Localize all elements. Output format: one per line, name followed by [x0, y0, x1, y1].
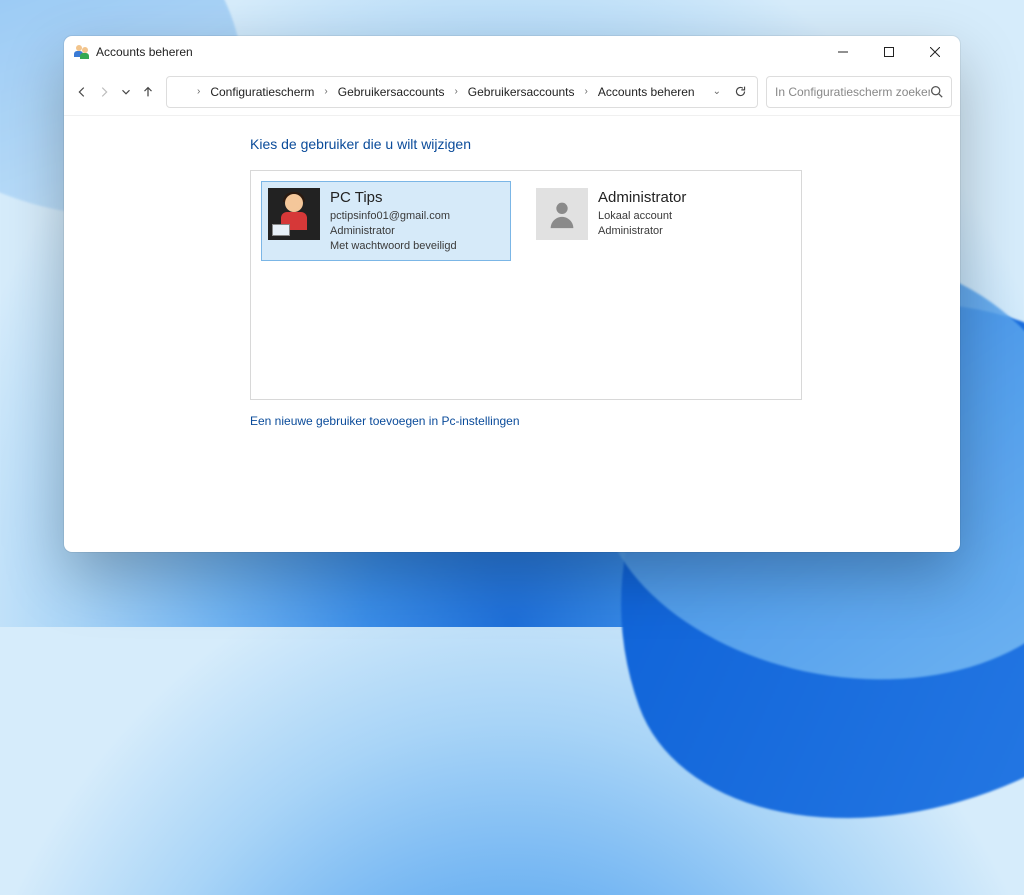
- breadcrumb-item[interactable]: Gebruikersaccounts: [464, 83, 579, 101]
- user-accounts-icon: [173, 84, 189, 100]
- back-button[interactable]: [72, 76, 92, 108]
- account-extra: Met wachtwoord beveiligd: [330, 239, 457, 254]
- search-box[interactable]: [766, 76, 952, 108]
- address-bar[interactable]: › Configuratiescherm › Gebruikersaccount…: [166, 76, 758, 108]
- account-pc-tips[interactable]: PC Tips pctipsinfo01@gmail.com Administr…: [261, 181, 511, 261]
- minimize-button[interactable]: [820, 36, 866, 68]
- up-button[interactable]: [138, 76, 158, 108]
- account-info: PC Tips pctipsinfo01@gmail.com Administr…: [330, 188, 457, 254]
- avatar: [268, 188, 320, 240]
- content-area: Kies de gebruiker die u wilt wijzigen PC…: [64, 116, 960, 552]
- accounts-list: PC Tips pctipsinfo01@gmail.com Administr…: [250, 170, 802, 400]
- search-icon: [930, 85, 943, 98]
- chevron-right-icon: ›: [322, 86, 329, 97]
- account-name: Administrator: [598, 188, 686, 208]
- account-info: Administrator Lokaal account Administrat…: [598, 188, 686, 240]
- forward-button[interactable]: [94, 76, 114, 108]
- account-email: pctipsinfo01@gmail.com: [330, 209, 457, 224]
- chevron-right-icon: ›: [452, 86, 459, 97]
- breadcrumb-item[interactable]: Gebruikersaccounts: [334, 83, 449, 101]
- account-administrator[interactable]: Administrator Lokaal account Administrat…: [529, 181, 779, 247]
- chevron-right-icon: ›: [195, 86, 202, 97]
- avatar: [536, 188, 588, 240]
- account-role: Administrator: [598, 224, 686, 239]
- recent-locations-button[interactable]: [116, 76, 136, 108]
- account-role: Administrator: [330, 224, 457, 239]
- breadcrumb-item[interactable]: Configuratiescherm: [206, 83, 318, 101]
- maximize-button[interactable]: [866, 36, 912, 68]
- window-title: Accounts beheren: [96, 45, 193, 59]
- chevron-right-icon: ›: [583, 86, 590, 97]
- control-panel-window: Accounts beheren: [64, 36, 960, 552]
- add-user-link[interactable]: Een nieuwe gebruiker toevoegen in Pc-ins…: [250, 414, 520, 428]
- account-type: Lokaal account: [598, 209, 686, 224]
- close-button[interactable]: [912, 36, 958, 68]
- breadcrumb-item[interactable]: Accounts beheren: [594, 83, 699, 101]
- search-input[interactable]: [775, 85, 930, 99]
- page-heading: Kies de gebruiker die u wilt wijzigen: [250, 136, 802, 152]
- chevron-down-icon[interactable]: ⌄: [707, 86, 727, 97]
- navigation-bar: › Configuratiescherm › Gebruikersaccount…: [64, 68, 960, 116]
- user-accounts-icon: [74, 44, 90, 60]
- person-icon: [545, 197, 579, 231]
- account-name: PC Tips: [330, 188, 457, 208]
- titlebar: Accounts beheren: [64, 36, 960, 68]
- refresh-button[interactable]: [731, 85, 751, 98]
